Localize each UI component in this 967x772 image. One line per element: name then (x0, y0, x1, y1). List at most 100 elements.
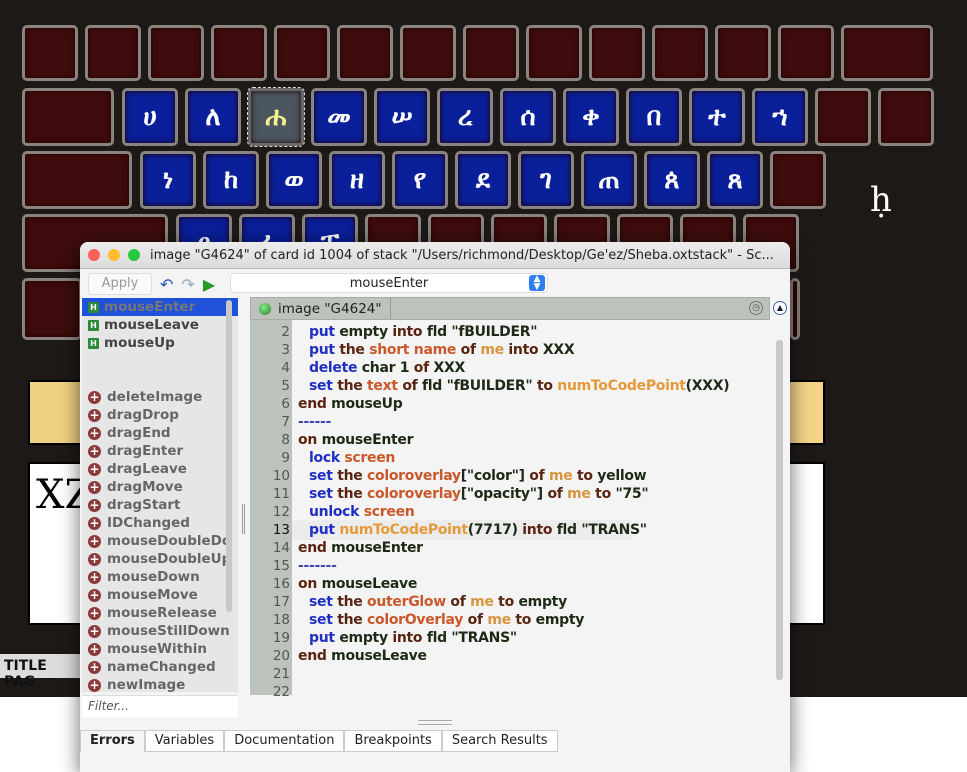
letter-key[interactable]: ሀ (122, 88, 178, 146)
available-handler-item[interactable]: + dragStart (82, 496, 238, 514)
letter-key[interactable]: ሠ (374, 88, 430, 146)
title-page-button[interactable]: TITLE PAG (0, 654, 82, 690)
available-handler-item[interactable]: + dragDrop (82, 406, 238, 424)
filter-input[interactable]: Filter... (82, 695, 238, 717)
available-handler-item[interactable]: + nameChanged (82, 658, 238, 676)
handler-list-scrollbar[interactable] (226, 300, 232, 612)
available-handler-item[interactable]: + dragEnter (82, 442, 238, 460)
code-line[interactable]: set the colorOverlay of me to empty (309, 611, 584, 629)
tab-errors[interactable]: Errors (80, 730, 145, 752)
blank-key[interactable] (22, 25, 78, 81)
available-handler-item[interactable]: + mouseDoubleUp (82, 550, 238, 568)
code-line[interactable]: ------- (298, 557, 337, 575)
code-line[interactable]: on mouseEnter (298, 431, 414, 449)
code-line[interactable]: put empty into fld "TRANS" (309, 629, 517, 647)
tab-documentation[interactable]: Documentation (224, 730, 345, 752)
blank-key[interactable] (400, 25, 456, 81)
letter-key[interactable]: የ (392, 151, 448, 209)
code-line[interactable]: put empty into fld "fBUILDER" (309, 323, 538, 341)
code-line[interactable]: set the coloroverlay["color"] of me to y… (309, 467, 647, 485)
blank-key[interactable] (715, 25, 771, 81)
letter-key[interactable]: ለ (185, 88, 241, 146)
available-handler-item[interactable]: + mouseStillDown (82, 622, 238, 640)
tab-breakpoints[interactable]: Breakpoints (344, 730, 442, 752)
blank-key[interactable] (652, 25, 708, 81)
code-line[interactable]: set the outerGlow of me to empty (309, 593, 567, 611)
code-line[interactable]: delete char 1 of XXX (309, 359, 465, 377)
code-line[interactable]: lock screen (309, 449, 395, 467)
code-line[interactable]: put the short name of me into XXX (309, 341, 575, 359)
letter-key[interactable]: ነ (140, 151, 196, 209)
available-handler-item[interactable]: + dragLeave (82, 460, 238, 478)
letter-key[interactable]: ሰ (500, 88, 556, 146)
apply-button[interactable]: Apply (88, 273, 152, 295)
zoom-button[interactable] (128, 249, 140, 261)
letter-key[interactable]: ኀ (752, 88, 808, 146)
letter-key[interactable]: ቀ (563, 88, 619, 146)
blank-key[interactable] (841, 25, 933, 81)
handler-item[interactable]: HmouseUp (82, 334, 238, 352)
code-line[interactable]: set the text of fld "fBUILDER" to numToC… (309, 377, 730, 395)
undo-icon[interactable]: ↶ (160, 275, 173, 294)
pane-splitter[interactable] (242, 504, 245, 534)
letter-key[interactable]: ደ (455, 151, 511, 209)
code-line[interactable]: unlock screen (309, 503, 415, 521)
letter-key[interactable]: ጠ (581, 151, 637, 209)
available-handler-item[interactable]: + deleteImage (82, 388, 238, 406)
resize-grip[interactable] (418, 720, 452, 725)
tab-search-results[interactable]: Search Results (441, 730, 558, 752)
available-handler-item[interactable]: + mouseMove (82, 586, 238, 604)
letter-key[interactable]: ሐ (247, 87, 305, 147)
blank-key[interactable] (22, 278, 82, 340)
blank-key[interactable] (211, 25, 267, 81)
available-handler-item[interactable]: + mouseDown (82, 568, 238, 586)
letter-key[interactable]: ረ (437, 88, 493, 146)
blank-key[interactable] (463, 25, 519, 81)
letter-key[interactable]: ተ (689, 88, 745, 146)
title-bar[interactable]: image "G4624" of card id 1004 of stack "… (80, 242, 790, 269)
code-line[interactable]: end mouseUp (298, 395, 403, 413)
redo-icon[interactable]: ↷ (181, 275, 194, 294)
blank-key[interactable] (85, 25, 141, 81)
letter-key[interactable]: ከ (203, 151, 259, 209)
blank-key[interactable] (22, 88, 114, 146)
blank-key[interactable] (22, 151, 132, 209)
blank-key[interactable] (274, 25, 330, 81)
blank-key[interactable] (526, 25, 582, 81)
blank-key[interactable] (770, 151, 826, 209)
handler-item[interactable]: HmouseEnter (82, 298, 238, 316)
code-line[interactable]: end mouseLeave (298, 647, 427, 665)
code-editor[interactable]: put empty into fld "fBUILDER" put the sho… (292, 320, 768, 695)
blank-key[interactable] (589, 25, 645, 81)
letter-key[interactable]: ወ (266, 151, 322, 209)
code-line[interactable]: ------ (298, 413, 331, 431)
editor-scrollbar[interactable] (776, 340, 783, 680)
blank-key[interactable] (148, 25, 204, 81)
blank-key[interactable] (815, 88, 871, 146)
available-handler-item[interactable]: + dragMove (82, 478, 238, 496)
blank-key[interactable] (778, 25, 834, 81)
letter-key[interactable]: መ (311, 88, 367, 146)
code-line[interactable]: on mouseLeave (298, 575, 417, 593)
letter-key[interactable]: ጸ (707, 151, 763, 209)
letter-key[interactable]: ጰ (644, 151, 700, 209)
tab-variables[interactable]: Variables (144, 730, 225, 752)
code-line[interactable]: set the coloroverlay["opacity"] of me to… (309, 485, 649, 503)
code-line[interactable]: end mouseEnter (298, 539, 423, 557)
blank-key[interactable] (878, 88, 934, 146)
letter-key[interactable]: በ (626, 88, 682, 146)
available-handler-item[interactable]: + newImage (82, 676, 238, 692)
code-line[interactable]: put numToCodePoint(7717) into fld "TRANS… (309, 521, 647, 539)
editor-tab[interactable]: image "G4624" (251, 298, 391, 319)
available-handler-item[interactable]: + mouseWithin (82, 640, 238, 658)
letter-key[interactable]: ገ (518, 151, 574, 209)
run-icon[interactable]: ▶ (203, 275, 215, 294)
handler-select[interactable]: mouseEnter ▲ ▼ (230, 273, 548, 293)
collapse-up-icon[interactable]: ▲ (773, 301, 787, 315)
clock-icon[interactable]: ◷ (749, 301, 763, 315)
available-handler-item[interactable]: + mouseDoubleDo (82, 532, 238, 550)
available-handler-item[interactable]: + IDChanged (82, 514, 238, 532)
available-handler-item[interactable]: + dragEnd (82, 424, 238, 442)
blank-key[interactable] (337, 25, 393, 81)
blank-key[interactable] (790, 278, 800, 340)
